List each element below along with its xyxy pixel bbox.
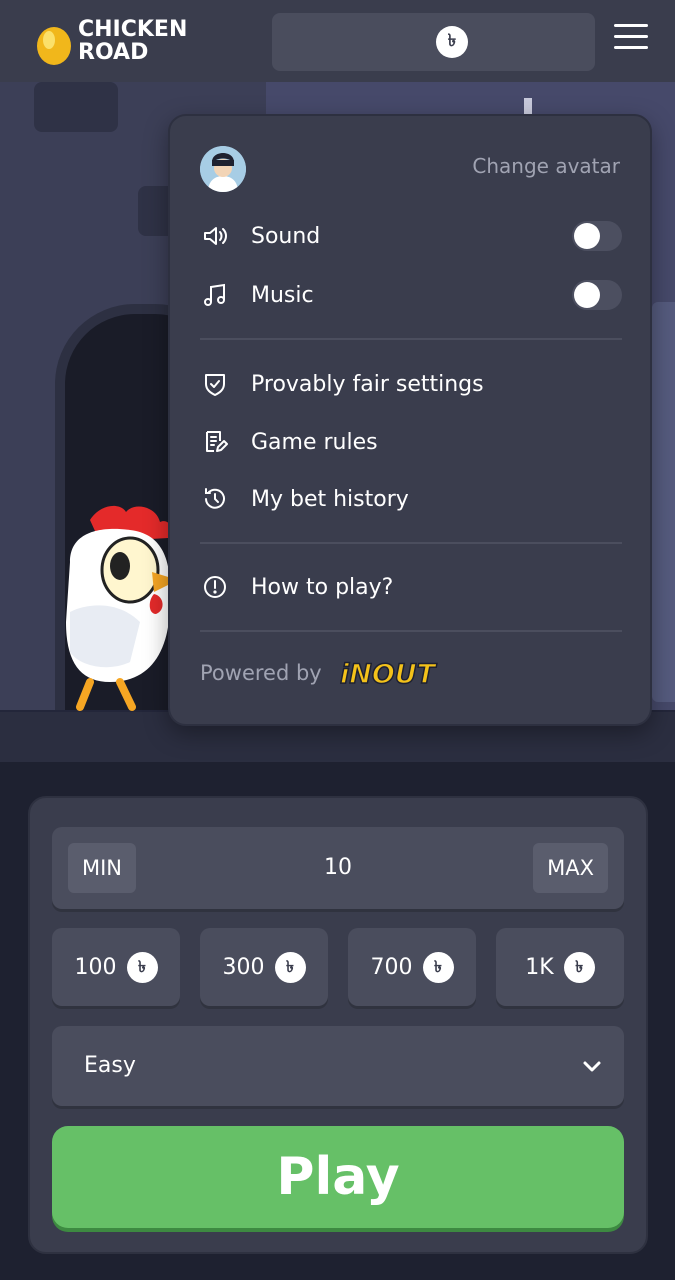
toggle-knob (574, 223, 600, 249)
logo-line-1: CHICKEN (78, 17, 188, 42)
chicken-road-logo: CHICKEN ROAD (34, 18, 204, 68)
sign-pillar (652, 302, 675, 702)
currency-coin-icon: ৳ (126, 951, 158, 983)
toggle-knob (574, 282, 600, 308)
menu-item-game-rules[interactable]: Game rules (200, 422, 622, 462)
clock-history-icon (200, 484, 230, 514)
info-circle-icon (200, 572, 230, 602)
play-label: Play (276, 1147, 400, 1207)
music-toggle[interactable] (572, 280, 622, 310)
settings-menu: Change avatar Sound Music Provably fair … (168, 114, 652, 726)
how-to-play-label: How to play? (251, 574, 394, 600)
speaker-icon (200, 221, 230, 251)
menu-bar-icon (614, 46, 648, 49)
bet-chip-1k[interactable]: 1K ৳ (496, 928, 624, 1006)
chip-amount: 1K (525, 954, 554, 980)
menu-item-how-to-play[interactable]: How to play? (200, 567, 622, 607)
shield-check-icon (200, 369, 230, 399)
game-rules-label: Game rules (251, 429, 378, 455)
difficulty-value: Easy (84, 1053, 136, 1078)
min-button[interactable]: MIN (68, 843, 137, 893)
menu-item-provably-fair[interactable]: Provably fair settings (200, 364, 622, 404)
top-bar: CHICKEN ROAD ৳ (0, 0, 675, 82)
chip-amount: 700 (370, 954, 413, 980)
hamburger-menu-button[interactable] (614, 24, 648, 56)
document-pen-icon (200, 427, 230, 457)
bet-amount-control: 10 MIN MAX (52, 827, 624, 909)
currency-coin-icon: ৳ (422, 951, 454, 983)
currency-coin-icon: ৳ (436, 26, 468, 58)
sound-label: Sound (251, 223, 321, 249)
bet-history-label: My bet history (251, 486, 409, 512)
balance-display[interactable]: ৳ (272, 13, 595, 71)
menu-divider (200, 542, 622, 544)
bet-panel: 10 MIN MAX 100 ৳ 300 ৳ 700 ৳ 1K ৳ Easy P… (28, 796, 648, 1254)
difficulty-select[interactable]: Easy (52, 1026, 624, 1106)
change-avatar-link[interactable]: Change avatar (472, 154, 620, 178)
chip-amount: 100 (74, 954, 117, 980)
sound-toggle[interactable] (572, 221, 622, 251)
music-note-icon (200, 280, 230, 310)
golden-egg-icon (37, 27, 71, 65)
inout-logo: iNOUT (339, 658, 438, 690)
play-button[interactable]: Play (52, 1126, 624, 1228)
menu-divider (200, 630, 622, 632)
menu-bar-icon (614, 35, 648, 38)
menu-bar-icon (614, 24, 648, 27)
bet-chip-700[interactable]: 700 ৳ (348, 928, 476, 1006)
chip-amount: 300 (222, 954, 265, 980)
max-button[interactable]: MAX (533, 843, 608, 893)
chevron-down-icon (583, 1061, 601, 1072)
currency-coin-icon: ৳ (274, 951, 306, 983)
menu-divider (200, 338, 622, 340)
menu-item-music: Music (200, 275, 622, 315)
powered-by: Powered by iNOUT (200, 656, 452, 690)
powered-by-label: Powered by (200, 661, 322, 685)
avatar[interactable] (200, 146, 246, 192)
avatar-icon (200, 146, 246, 192)
bet-chip-300[interactable]: 300 ৳ (200, 928, 328, 1006)
provably-fair-label: Provably fair settings (251, 371, 484, 397)
wall-brick (34, 82, 118, 132)
bet-chip-100[interactable]: 100 ৳ (52, 928, 180, 1006)
currency-coin-icon: ৳ (563, 951, 595, 983)
inout-brand-text: iNOUT (340, 659, 438, 690)
menu-item-sound: Sound (200, 216, 622, 256)
music-label: Music (251, 282, 314, 308)
menu-item-bet-history[interactable]: My bet history (200, 479, 622, 519)
logo-line-2: ROAD (78, 40, 149, 65)
